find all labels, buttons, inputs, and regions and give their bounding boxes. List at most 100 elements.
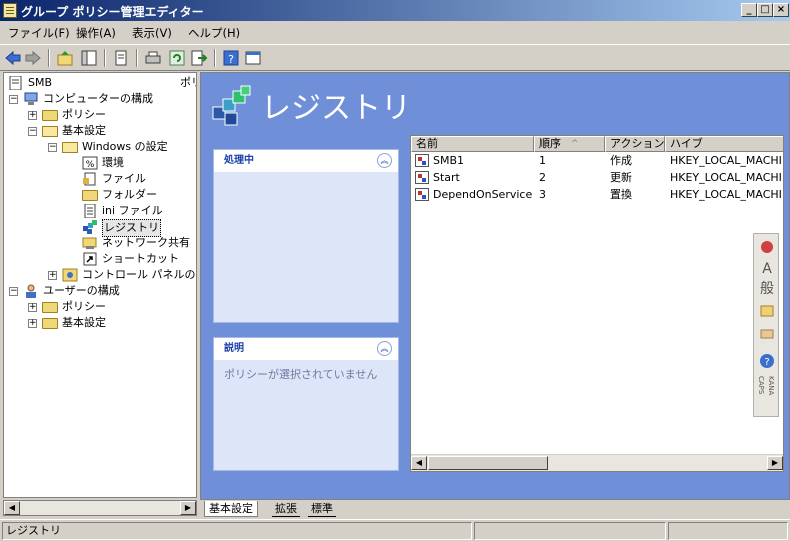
files-icon	[83, 172, 96, 186]
policy-document-icon	[9, 76, 22, 90]
list-row[interactable]: DependOnService 3 置換 HKEY_LOCAL_MACHI...	[411, 186, 783, 203]
list-row[interactable]: SMB1 1 作成 HKEY_LOCAL_MACHI...	[411, 152, 783, 169]
column-header-order-label: 順序	[539, 137, 561, 150]
scroll-thumb[interactable]	[428, 456, 548, 470]
environment-icon: %	[82, 156, 98, 170]
expand-toggle[interactable]: +	[28, 319, 37, 328]
tree-node-label: Windows の設定	[82, 140, 168, 153]
console-tree: SMB ポリ − コンピューターの構成 + ポリシー − 基本設定 − Wind…	[3, 72, 197, 498]
minimize-button[interactable]: _	[741, 3, 757, 17]
column-header-name[interactable]: 名前	[411, 136, 534, 152]
cell-order: 1	[539, 154, 546, 167]
svg-text:%: %	[86, 160, 95, 170]
tree-node-label: コントロール パネルの設	[82, 268, 197, 281]
menu-file[interactable]: ファイル(F)	[8, 25, 70, 41]
column-header-hive[interactable]: ハイブ	[665, 136, 783, 152]
list-horizontal-scrollbar[interactable]: ◀ ▶	[411, 454, 783, 471]
status-bar: レジストリ	[0, 519, 790, 541]
folder-open-icon	[62, 142, 78, 153]
kana-indicator: KANA	[767, 376, 775, 396]
tree-node-label: フォルダー	[102, 188, 157, 201]
tree-horizontal-scrollbar[interactable]: ◀ ▶	[3, 500, 197, 516]
control-panel-icon	[62, 268, 78, 282]
tree-node-label: ini ファイル	[102, 204, 163, 217]
menu-action[interactable]: 操作(A)	[76, 25, 116, 41]
toolbar-separator	[136, 49, 138, 67]
user-icon	[26, 284, 36, 298]
print-icon[interactable]	[144, 49, 162, 67]
ime-help-icon[interactable]: ?	[758, 352, 776, 370]
ime-pen-icon[interactable]	[758, 238, 776, 256]
cell-action: 置換	[610, 188, 632, 201]
cell-action: 更新	[610, 171, 632, 184]
show-hide-tree-icon[interactable]	[80, 49, 98, 67]
ime-tools-icon[interactable]	[758, 324, 776, 342]
tree-root[interactable]: SMB ポリ	[8, 75, 196, 91]
svg-text:?: ?	[764, 357, 769, 368]
description-panel: 説明 ︽ ポリシーが選択されていません	[213, 337, 399, 471]
properties-icon[interactable]	[244, 49, 262, 67]
tree-root-suffix: ポリ	[180, 76, 196, 89]
copy-icon[interactable]	[112, 49, 130, 67]
status-cell	[668, 522, 788, 540]
cell-hive: HKEY_LOCAL_MACHI...	[670, 188, 782, 201]
menu-help[interactable]: ヘルプ(H)	[188, 25, 240, 41]
network-share-icon	[82, 237, 97, 249]
tab-extended[interactable]: 拡張	[272, 501, 300, 517]
column-header-order[interactable]: 順序 ^	[534, 136, 605, 152]
computer-icon	[24, 92, 38, 105]
toolbar-separator	[104, 49, 106, 67]
processing-panel-title: 処理中	[214, 150, 398, 172]
collapse-toggle[interactable]: −	[9, 95, 18, 104]
ime-pad-icon[interactable]	[758, 302, 776, 320]
processing-panel: 処理中 ︽	[213, 149, 399, 323]
sort-ascending-icon: ^	[571, 139, 579, 149]
maximize-button[interactable]: □	[757, 3, 773, 17]
collapse-toggle[interactable]: −	[9, 287, 18, 296]
scroll-left-arrow-icon[interactable]: ◀	[411, 456, 427, 470]
menu-bar: ファイル(F) 操作(A) 表示(V) ヘルプ(H)	[0, 21, 790, 43]
column-header-action[interactable]: アクション	[605, 136, 665, 152]
tree-node-label: 基本設定	[62, 124, 106, 137]
up-folder-icon[interactable]	[56, 49, 74, 67]
cell-order: 2	[539, 171, 546, 184]
content-title: レジストリ	[261, 91, 411, 126]
view-tabs: 基本設定 拡張 標準	[200, 501, 790, 518]
collapse-panel-icon[interactable]: ︽	[377, 341, 392, 356]
tree-node-label: ショートカット	[102, 252, 179, 265]
title-bar: グループ ポリシー管理エディター _ □ ×	[0, 0, 790, 21]
tree-node-label: ネットワーク共有	[102, 236, 190, 249]
refresh-icon[interactable]	[168, 49, 186, 67]
scroll-right-arrow-icon[interactable]: ▶	[767, 456, 783, 470]
conversion-mode-label[interactable]: 般	[758, 280, 776, 298]
registry-item-icon	[415, 171, 429, 184]
expand-toggle[interactable]: +	[48, 271, 57, 280]
input-mode-label[interactable]: A	[758, 260, 776, 278]
export-icon[interactable]	[190, 49, 208, 67]
registry-items-list: 名前 順序 ^ アクション ハイブ SMB1 1 作成 HKEY_LOCAL_M…	[410, 135, 784, 472]
tree-node-label: ファイル	[102, 172, 146, 185]
scroll-left-arrow-icon[interactable]: ◀	[4, 501, 20, 515]
caps-indicator: CAPS	[757, 376, 765, 395]
collapse-toggle[interactable]: −	[28, 127, 37, 136]
list-row[interactable]: Start 2 更新 HKEY_LOCAL_MACHI...	[411, 169, 783, 186]
expand-toggle[interactable]: +	[28, 111, 37, 120]
registry-string-item-icon	[415, 188, 429, 201]
close-button[interactable]: ×	[773, 3, 789, 17]
details-pane: レジストリ 処理中 ︽ 説明 ︽ ポリシーが選択されていません 名前 順序 ^ …	[200, 72, 790, 500]
ime-language-bar: A 般 ? CAPS KANA	[753, 233, 779, 417]
scroll-right-arrow-icon[interactable]: ▶	[180, 501, 196, 515]
menu-view[interactable]: 表示(V)	[132, 25, 172, 41]
ini-file-icon	[84, 204, 96, 218]
description-panel-title: 説明	[214, 338, 398, 360]
tab-standard[interactable]: 標準	[308, 501, 336, 517]
tab-preferences[interactable]: 基本設定	[204, 501, 258, 517]
collapse-toggle[interactable]: −	[48, 143, 57, 152]
expand-toggle[interactable]: +	[28, 303, 37, 312]
help-icon[interactable]: ?	[222, 49, 240, 67]
collapse-panel-icon[interactable]: ︽	[377, 153, 392, 168]
toolbar-separator	[214, 49, 216, 67]
forward-arrow-icon[interactable]	[24, 49, 42, 67]
back-arrow-icon[interactable]	[4, 49, 22, 67]
folder-open-icon	[42, 126, 58, 137]
